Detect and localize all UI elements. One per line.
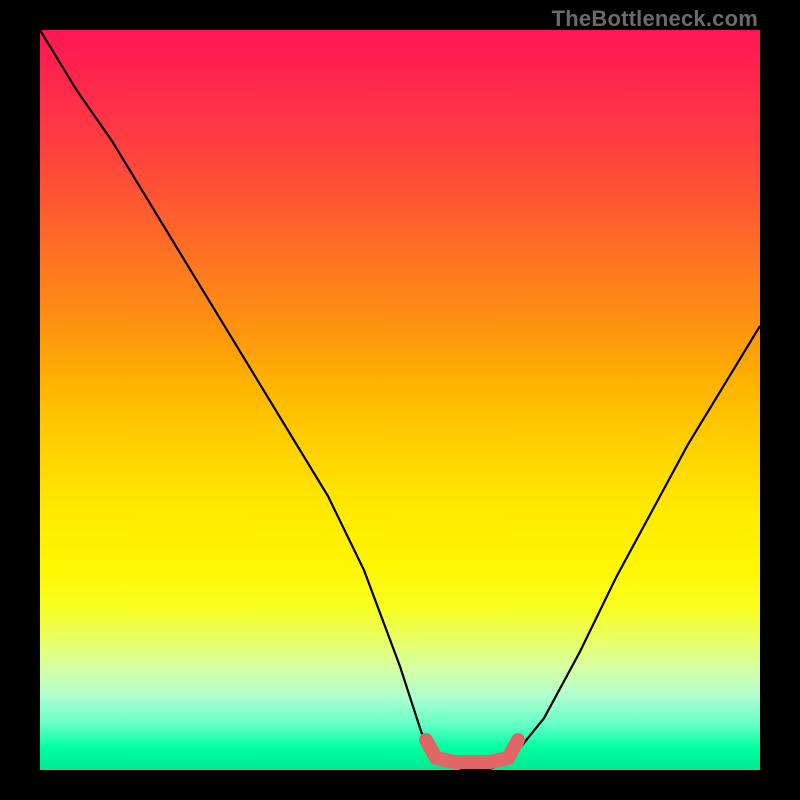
bottleneck-curve-path [40, 30, 760, 770]
chart-container: TheBottleneck.com [0, 0, 800, 800]
watermark-text: TheBottleneck.com [552, 6, 758, 32]
curve-svg [40, 30, 760, 770]
plot-area [40, 30, 760, 770]
optimal-zone-marker [426, 740, 518, 762]
